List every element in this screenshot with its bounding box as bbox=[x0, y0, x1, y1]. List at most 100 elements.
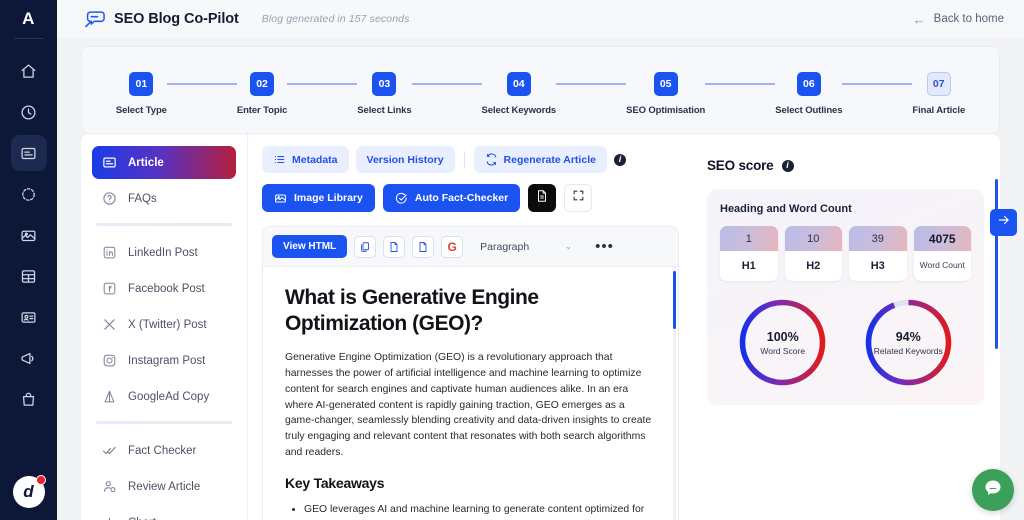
export-google-docs-button[interactable]: G bbox=[441, 235, 464, 258]
version-history-label: Version History bbox=[366, 153, 444, 166]
expand-icon bbox=[572, 189, 585, 207]
seo-score-title: SEO score bbox=[707, 158, 774, 173]
next-step-button[interactable] bbox=[990, 209, 1017, 236]
rail-item-store[interactable] bbox=[11, 381, 47, 417]
step-label: SEO Optimisation bbox=[626, 105, 706, 116]
page-title: SEO Blog Co-Pilot bbox=[114, 11, 239, 27]
progress-stepper-card: 01 Select Type 02 Enter Topic 03 Select … bbox=[81, 46, 1000, 134]
rail-item-history[interactable] bbox=[11, 94, 47, 130]
article-icon bbox=[20, 145, 37, 162]
step-select-keywords[interactable]: 04 Select Keywords bbox=[482, 72, 556, 116]
count-value: 4075 bbox=[913, 226, 971, 251]
document-format-toolbar: View HTML G Paragraph ⌄ ••• bbox=[263, 227, 678, 267]
id-card-icon bbox=[20, 309, 37, 326]
docx-icon bbox=[417, 241, 429, 253]
user-check-icon bbox=[102, 479, 117, 494]
googlead-icon bbox=[102, 389, 117, 404]
sidebar-item-label: FAQs bbox=[128, 192, 157, 205]
rail-item-campaigns[interactable] bbox=[11, 340, 47, 376]
metadata-button[interactable]: Metadata bbox=[262, 146, 349, 173]
count-value: 39 bbox=[849, 226, 907, 251]
rail-item-tables[interactable] bbox=[11, 258, 47, 294]
google-icon: G bbox=[447, 239, 457, 254]
chat-support-button[interactable] bbox=[972, 469, 1014, 511]
more-options-button[interactable]: ••• bbox=[595, 239, 614, 253]
step-select-outlines[interactable]: 06 Select Outlines bbox=[775, 72, 843, 116]
document-scroll-area[interactable]: What is Generative Engine Optimization (… bbox=[263, 267, 678, 520]
stage: SEO Blog Co-Pilot Blog generated in 157 … bbox=[57, 0, 1024, 520]
seo-score-column: SEO score i Heading and Word Count 1 H1 … bbox=[693, 134, 1000, 520]
history-clock-icon bbox=[20, 104, 37, 121]
regenerate-article-button[interactable]: Regenerate Article bbox=[473, 146, 607, 173]
rail-item-profile[interactable] bbox=[11, 299, 47, 335]
step-connector bbox=[411, 83, 482, 85]
rail-item-images[interactable] bbox=[11, 217, 47, 253]
sidebar-item-faqs[interactable]: FAQs bbox=[92, 182, 236, 215]
export-pdf-button[interactable] bbox=[383, 235, 406, 258]
content-area: Metadata Version History Regenerate Arti… bbox=[248, 134, 1000, 520]
sidebar-item-label: Fact Checker bbox=[128, 444, 197, 457]
version-history-button[interactable]: Version History bbox=[355, 146, 455, 173]
info-icon[interactable]: i bbox=[613, 153, 626, 166]
sidebar-item-x-twitter-post[interactable]: X (Twitter) Post bbox=[92, 308, 236, 341]
step-final-article[interactable]: 07 Final Article bbox=[912, 72, 965, 116]
auto-fact-checker-button[interactable]: Auto Fact-Checker bbox=[382, 184, 521, 212]
count-label: H2 bbox=[806, 259, 821, 272]
rail-item-network[interactable] bbox=[11, 176, 47, 212]
sidebar-item-review-article[interactable]: Review Article bbox=[92, 470, 236, 503]
step-number-badge: 04 bbox=[506, 72, 531, 96]
workspace-avatar[interactable]: d bbox=[12, 475, 46, 508]
heading-word-count-title: Heading and Word Count bbox=[720, 203, 852, 215]
step-select-links[interactable]: 03 Select Links bbox=[357, 72, 412, 116]
step-connector bbox=[287, 83, 358, 85]
step-enter-topic[interactable]: 02 Enter Topic bbox=[237, 72, 287, 116]
step-seo-optimisation[interactable]: 05 SEO Optimisation bbox=[626, 72, 705, 116]
sidebar-item-chart[interactable]: Chart bbox=[92, 506, 236, 520]
step-connector bbox=[842, 83, 913, 85]
sidebar-item-article[interactable]: Article bbox=[92, 146, 236, 179]
copy-button[interactable] bbox=[354, 235, 377, 258]
x-twitter-icon bbox=[102, 317, 117, 332]
rail-item-article[interactable] bbox=[10, 135, 47, 171]
list-icon bbox=[273, 153, 286, 166]
step-connector bbox=[705, 83, 776, 85]
chat-bubble-icon bbox=[983, 478, 1003, 503]
count-label: H1 bbox=[741, 259, 756, 272]
export-docx-button[interactable] bbox=[412, 235, 435, 258]
back-to-home-link[interactable]: ← Back to home bbox=[913, 12, 1004, 27]
app-logo-mark: A bbox=[22, 9, 35, 28]
paragraph-style-value: Paragraph bbox=[480, 240, 530, 253]
arrow-left-icon: ← bbox=[912, 11, 926, 27]
sidebar-item-facebook-post[interactable]: Facebook Post bbox=[92, 272, 236, 305]
linkedin-icon bbox=[102, 245, 117, 260]
sidebar-item-fact-checker[interactable]: Fact Checker bbox=[92, 434, 236, 467]
paragraph-style-select[interactable]: Paragraph ⌄ bbox=[480, 236, 576, 258]
step-select-type[interactable]: 01 Select Type bbox=[116, 72, 167, 116]
gauge-center-label: 100% Word Score bbox=[736, 296, 829, 389]
document-scrollbar-thumb[interactable] bbox=[673, 271, 676, 329]
refresh-icon bbox=[485, 153, 498, 166]
step-connector bbox=[166, 83, 237, 85]
sidebar-item-instagram-post[interactable]: Instagram Post bbox=[92, 344, 236, 377]
sidebar-item-linkedin-post[interactable]: LinkedIn Post bbox=[92, 236, 236, 269]
sidebar-item-googlead-copy[interactable]: GoogleAd Copy bbox=[92, 380, 236, 413]
image-library-button[interactable]: Image Library bbox=[262, 184, 375, 212]
export-document-button[interactable] bbox=[528, 184, 557, 212]
fullscreen-button[interactable] bbox=[564, 184, 593, 212]
count-cell-h3: 39 H3 bbox=[849, 226, 907, 281]
step-label: Enter Topic bbox=[236, 105, 288, 116]
workspace-avatar-letter: d bbox=[23, 482, 34, 501]
regenerate-label: Regenerate Article bbox=[503, 153, 596, 166]
seo-panel-scrollbar-thumb[interactable] bbox=[995, 179, 998, 349]
view-html-button[interactable]: View HTML bbox=[272, 235, 348, 258]
info-icon[interactable]: i bbox=[781, 159, 794, 172]
back-to-home-label: Back to home bbox=[933, 13, 1004, 25]
rail-item-home[interactable] bbox=[11, 53, 47, 89]
shopping-bag-icon bbox=[20, 391, 37, 408]
editor-chip-toolbar: Metadata Version History Regenerate Arti… bbox=[262, 146, 679, 173]
gauge-percent: 94% bbox=[895, 329, 921, 344]
heading-count-row: 1 H1 10 H2 39 H3 4075 Word Count bbox=[720, 226, 971, 281]
sidebar-divider bbox=[96, 223, 232, 226]
sidebar-item-label: Facebook Post bbox=[128, 282, 205, 295]
sidebar-item-label: Instagram Post bbox=[128, 354, 206, 367]
